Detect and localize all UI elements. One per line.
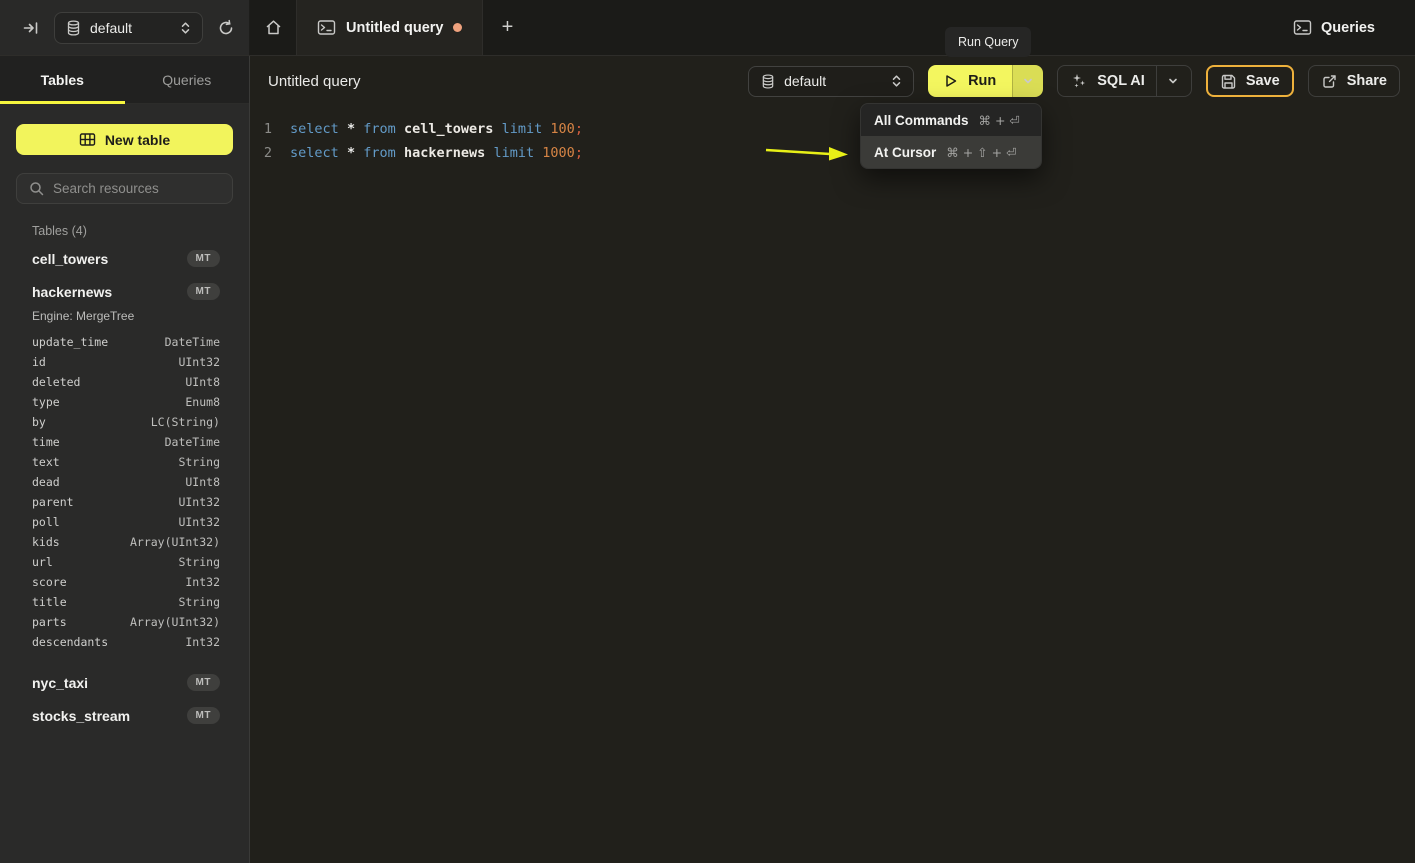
share-icon [1321,73,1338,90]
query-title: Untitled query [268,73,361,90]
run-options-button[interactable] [1012,65,1043,97]
engine-label: Engine: MergeTree [32,309,220,323]
table-icon [79,132,96,147]
sidebar: Tables Queries New table Tables (4) cell… [0,56,250,863]
line-number: 1 [250,121,272,137]
column-row: update_timeDateTime [32,332,220,352]
home-button[interactable] [250,0,296,55]
tables-section-label: Tables (4) [32,224,249,238]
topbar-left-cluster: default [0,0,250,55]
share-label: Share [1347,73,1387,89]
shortcut-hint: ⌘ + ⏎ [979,113,1020,128]
column-row: descendantsInt32 [32,632,220,652]
tables-list: cell_towers MT hackernews MT Engine: Mer… [0,238,249,732]
column-row: typeEnum8 [32,392,220,412]
new-table-button[interactable]: New table [16,124,233,155]
unsaved-dot [453,23,462,32]
terminal-icon [1293,19,1312,36]
search-box [16,173,233,204]
top-bar: default [0,0,1415,56]
engine-badge: MT [187,707,220,724]
topbar-database-value: default [90,20,170,36]
column-row: parentUInt32 [32,492,220,512]
engine-badge: MT [187,674,220,691]
play-icon [943,73,958,89]
new-table-label: New table [105,132,170,148]
updown-chevron-icon [890,74,903,88]
column-row: byLC(String) [32,412,220,432]
column-row: scoreInt32 [32,572,220,592]
column-row: pollUInt32 [32,512,220,532]
editor-header: Untitled query default [250,56,1415,106]
new-tab-button[interactable]: + [483,0,531,55]
save-label: Save [1246,73,1280,89]
save-icon [1220,73,1237,90]
column-row: titleString [32,592,220,612]
sparkles-icon [1070,72,1088,90]
line-number: 2 [250,145,272,161]
engine-badge: MT [187,250,220,267]
sidebar-tab-queries[interactable]: Queries [125,56,250,103]
sql-ai-options-button[interactable] [1156,66,1179,96]
table-row-hackernews[interactable]: hackernews MT [32,275,220,308]
header-database-selector[interactable]: default [748,66,914,97]
tab-untitled-query[interactable]: Untitled query [296,0,483,55]
chevron-down-icon [1022,75,1034,87]
sidebar-tab-tables[interactable]: Tables [0,56,125,103]
annotation-arrow [758,142,858,166]
sql-ai-label: SQL AI [1097,73,1145,89]
collapse-sidebar-icon[interactable] [22,19,40,37]
refresh-icon[interactable] [217,19,235,37]
home-icon [264,18,283,37]
updown-chevron-icon [179,21,192,35]
table-row-cell-towers[interactable]: cell_towers MT [32,242,220,275]
database-icon [761,74,775,89]
queries-label: Queries [1321,20,1375,36]
column-row: timeDateTime [32,432,220,452]
terminal-icon [317,19,336,36]
chevron-down-icon [1167,75,1179,87]
menu-item-at-cursor[interactable]: At Cursor ⌘ + ⇧ + ⏎ [861,136,1041,168]
column-row: deletedUInt8 [32,372,220,392]
engine-badge: MT [187,283,220,300]
save-button[interactable]: Save [1206,65,1294,97]
shortcut-hint: ⌘ + ⇧ + ⏎ [946,145,1016,160]
run-options-menu: All Commands ⌘ + ⏎ At Cursor ⌘ + ⇧ + ⏎ [860,103,1042,169]
sidebar-tabs: Tables Queries [0,56,249,104]
sql-ai-button[interactable]: SQL AI [1057,65,1192,97]
search-icon [29,181,44,196]
run-button-group: Run [928,65,1043,97]
column-row: textString [32,452,220,472]
tab-strip: Untitled query + [250,0,1293,55]
table-row-stocks-stream[interactable]: stocks_stream MT [32,699,220,732]
column-row: idUInt32 [32,352,220,372]
header-database-value: default [784,73,881,89]
menu-item-all-commands[interactable]: All Commands ⌘ + ⏎ [861,104,1041,136]
run-button[interactable]: Run [928,65,1012,97]
column-row: urlString [32,552,220,572]
share-button[interactable]: Share [1308,65,1400,97]
search-input[interactable] [53,181,220,196]
column-row: partsArray(UInt32) [32,612,220,632]
tab-label: Untitled query [346,20,443,36]
run-label: Run [968,73,996,89]
topbar-database-selector[interactable]: default [54,12,203,44]
column-row: deadUInt8 [32,472,220,492]
queries-toggle[interactable]: Queries [1293,0,1415,55]
main-pane: Untitled query default [250,56,1415,863]
column-row: kidsArray(UInt32) [32,532,220,552]
table-row-nyc-taxi[interactable]: nyc_taxi MT [32,666,220,699]
run-query-tooltip: Run Query [945,27,1031,57]
database-icon [66,20,81,36]
editor-line: 1 select*fromcell_towerslimit100; [250,117,1415,141]
